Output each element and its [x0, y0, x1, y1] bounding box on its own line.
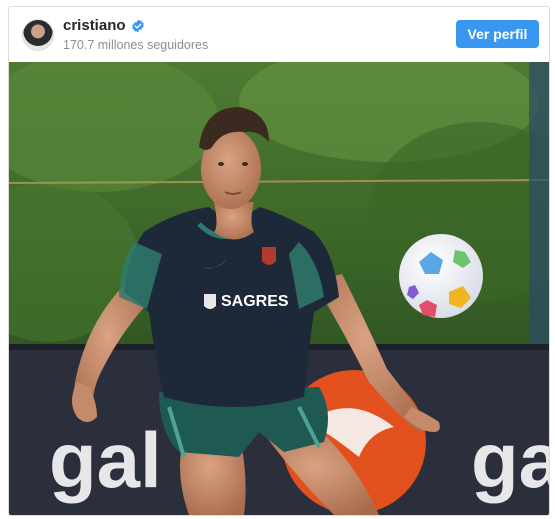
post-header: cristiano 170.7 millones seguidores Ver … [9, 7, 549, 62]
photo-illustration: gal ga SAG [9, 62, 549, 515]
username-row: cristiano [63, 17, 145, 34]
post-photo[interactable]: gal ga SAG [9, 62, 549, 515]
jersey-crest [262, 247, 276, 265]
soccer-ball [399, 234, 483, 318]
verified-badge-icon [131, 19, 144, 32]
profile-avatar[interactable] [22, 19, 54, 51]
username[interactable]: cristiano [63, 17, 126, 34]
banner-text-right: ga [471, 416, 549, 504]
instagram-embed-card: cristiano 170.7 millones seguidores Ver … [8, 6, 550, 516]
banner-text-left: gal [49, 416, 162, 504]
follower-count: 170.7 millones seguidores [63, 38, 209, 52]
shirt-sponsor-text: SAGRES [221, 293, 289, 310]
view-profile-button[interactable]: Ver perfil [456, 20, 539, 48]
